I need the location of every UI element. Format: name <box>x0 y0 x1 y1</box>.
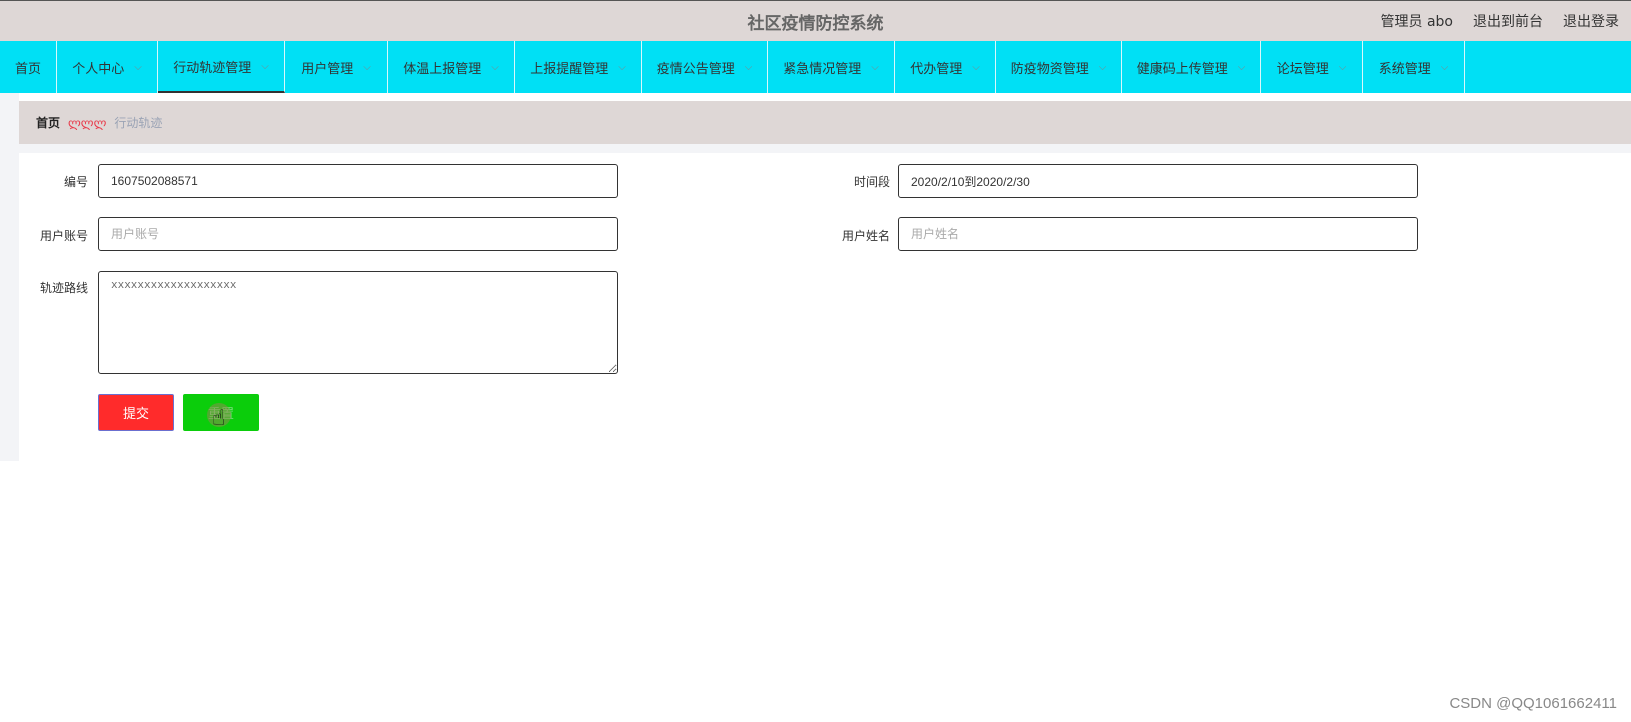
chevron-down-icon: ⌵ <box>261 60 269 72</box>
nav-item-label: 行动轨迹管理 <box>173 60 252 76</box>
nav-item-system[interactable]: 系统管理 ⌵ <box>1363 41 1465 93</box>
chevron-down-icon: ⌵ <box>1098 61 1107 73</box>
nav-item-health-code[interactable]: 健康码上传管理 ⌵ <box>1122 41 1261 93</box>
id-input[interactable] <box>98 164 618 198</box>
nav-item-label: 上报提醒管理 <box>530 61 609 77</box>
chevron-down-icon: ⌵ <box>972 61 980 73</box>
header-actions: 管理员 abo 退出到前台 退出登录 <box>1381 11 1619 31</box>
chevron-down-icon: ⌵ <box>744 61 753 73</box>
content-divider <box>19 144 1631 153</box>
breadcrumb-home[interactable]: 首页 <box>36 114 60 131</box>
watermark: CSDN @QQ1061662411 <box>1449 695 1617 712</box>
route-textarea[interactable]: xxxxxxxxxxxxxxxxxxx <box>98 271 618 374</box>
account-input[interactable] <box>98 217 618 251</box>
nav-item-label: 体温上报管理 <box>403 61 482 77</box>
nav-item-supplies[interactable]: 防疫物资管理 ⌵ <box>996 41 1122 93</box>
chevron-down-icon: ⌵ <box>363 61 371 73</box>
nav-item-label: 紧急情况管理 <box>783 61 862 77</box>
breadcrumb: 首页 ლლლ 行动轨迹 <box>19 101 1631 144</box>
chevron-down-icon: ⌵ <box>491 61 499 73</box>
chevron-down-icon: ⌵ <box>1338 61 1347 73</box>
top-header: 社区疫情防控系统 管理员 abo 退出到前台 退出登录 <box>0 0 1631 41</box>
nav-item-home[interactable]: 首页 <box>0 41 57 93</box>
chevron-down-icon: ⌵ <box>1237 61 1246 73</box>
nav-item-label: 用户管理 <box>301 61 354 77</box>
chevron-down-icon: ⌵ <box>871 61 879 73</box>
nav-item-label: 个人中心 <box>72 61 125 77</box>
account-label: 用户账号 <box>39 229 88 243</box>
nav-item-user-management[interactable]: 用户管理 ⌵ <box>285 41 388 93</box>
main-nav: 首页 个人中心 ⌵ 行动轨迹管理 ⌵ 用户管理 ⌵ 体温上报管理 ⌵ 上报提醒管… <box>0 41 1631 93</box>
breadcrumb-current: 行动轨迹 <box>114 116 163 130</box>
nav-item-label: 疫情公告管理 <box>656 61 735 77</box>
nav-item-report-reminder[interactable]: 上报提醒管理 ⌵ <box>515 41 642 93</box>
chevron-down-icon: ⌵ <box>618 61 626 73</box>
chevron-down-icon: ⌵ <box>134 61 142 73</box>
id-label: 编号 <box>63 175 88 189</box>
nav-item-temperature-report[interactable]: 体温上报管理 ⌵ <box>388 41 515 93</box>
nav-item-epidemic-notice[interactable]: 疫情公告管理 ⌵ <box>642 41 768 93</box>
name-input[interactable] <box>898 217 1418 251</box>
nav-item-forum[interactable]: 论坛管理 ⌵ <box>1261 41 1363 93</box>
nav-item-label: 系统管理 <box>1378 61 1431 77</box>
left-gutter <box>0 93 19 461</box>
nav-item-label: 防疫物资管理 <box>1010 61 1089 77</box>
nav-item-emergency[interactable]: 紧急情况管理 ⌵ <box>768 41 895 93</box>
nav-item-todo[interactable]: 代办管理 ⌵ <box>895 41 996 93</box>
nav-item-label: 首页 <box>14 61 41 77</box>
exit-to-front-link[interactable]: 退出到前台 <box>1473 11 1543 31</box>
nav-item-personal-center[interactable]: 个人中心 ⌵ <box>57 41 158 93</box>
period-input[interactable] <box>898 164 1418 198</box>
chevron-down-icon: ⌵ <box>1440 61 1449 73</box>
nav-item-label: 论坛管理 <box>1276 61 1329 77</box>
route-label: 轨迹路线 <box>39 281 88 295</box>
admin-user-label: 管理员 abo <box>1380 14 1453 30</box>
period-label: 时间段 <box>853 175 890 189</box>
nav-item-label: 健康码上传管理 <box>1136 61 1228 77</box>
logout-link[interactable]: 退出登录 <box>1563 11 1619 31</box>
breadcrumb-separator-icon: ლლლ <box>68 115 107 130</box>
submit-button[interactable]: 提交 <box>98 394 174 431</box>
nav-item-label: 代办管理 <box>910 61 963 77</box>
name-label: 用户姓名 <box>841 229 890 243</box>
hand-cursor-icon: ☝ <box>212 406 226 431</box>
nav-item-track-management[interactable]: 行动轨迹管理 ⌵ <box>158 41 285 93</box>
